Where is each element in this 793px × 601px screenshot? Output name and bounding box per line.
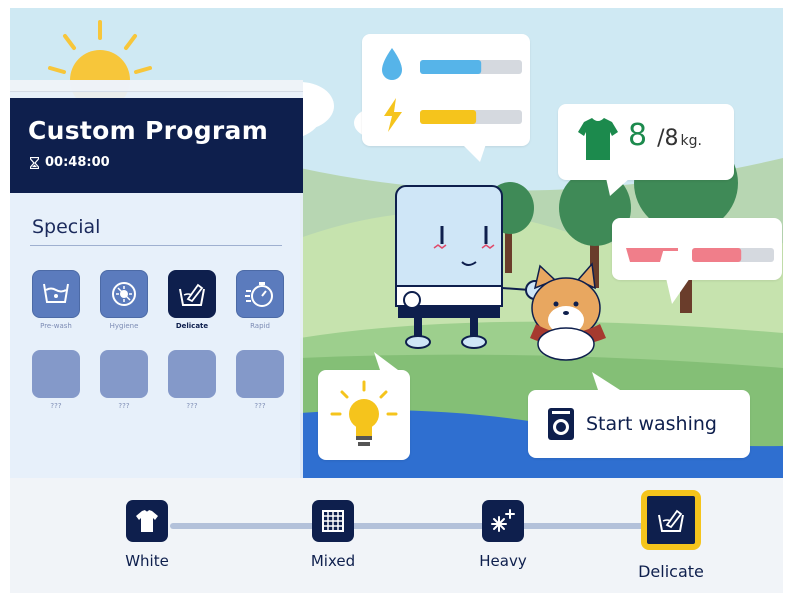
lightbulb-icon [330, 380, 398, 446]
mode-white[interactable]: White [102, 500, 192, 570]
weight-separator: / [657, 126, 665, 151]
detergent-graphic [626, 248, 774, 304]
resource-usage-bubble [362, 34, 530, 162]
weight-unit: kg. [680, 133, 702, 149]
section-title: Special [32, 216, 101, 238]
mode-label: Delicate [638, 562, 704, 581]
energy-level-bar [420, 110, 477, 124]
option-label: ??? [186, 402, 198, 410]
lightning-icon [384, 98, 402, 132]
program-title: Custom Program [28, 116, 269, 145]
option-hygiene[interactable]: Hygiene [100, 270, 148, 330]
mode-label: Heavy [479, 552, 527, 570]
option-rapid[interactable]: Rapid [236, 270, 284, 330]
option-label: Pre-wash [40, 322, 72, 330]
start-washing-label: Start washing [586, 413, 717, 435]
mode-selector: White Mixed Heavy Delicate [10, 478, 783, 593]
option-locked[interactable]: ??? [100, 350, 148, 410]
tip-bubble[interactable] [318, 352, 410, 460]
section-divider [30, 245, 282, 246]
option-prewash[interactable]: Pre-wash [32, 270, 80, 330]
detergent-level-bar [692, 248, 742, 262]
start-button-graphic [548, 372, 620, 440]
washing-machine-screen: Custom Program 00:48:00 Special Pre-wash [10, 8, 783, 593]
mode-mixed[interactable]: Mixed [288, 500, 378, 570]
option-label: ??? [50, 402, 62, 410]
mode-heavy[interactable]: Heavy [458, 500, 548, 570]
mode-label: Mixed [310, 552, 356, 570]
resource-usage-graphic [382, 48, 522, 162]
option-label: ??? [118, 402, 130, 410]
weight-max: 8 [664, 126, 679, 151]
mode-track [170, 523, 650, 529]
program-header: Custom Program 00:48:00 [10, 98, 303, 193]
option-locked[interactable]: ??? [168, 350, 216, 410]
load-weight-readout: 8 / 8 kg. [628, 118, 702, 153]
panel-tab [10, 80, 303, 92]
sparkle-icon [491, 509, 515, 532]
tshirt-icon [578, 118, 618, 160]
water-level-bar [420, 60, 482, 74]
option-label: Hygiene [109, 322, 139, 330]
detergent-cup-icon [626, 248, 678, 262]
start-washing-button[interactable]: Start washing [528, 372, 750, 458]
option-label: ??? [254, 402, 266, 410]
delicate-icon [658, 509, 684, 532]
washing-machine-icon [548, 408, 574, 440]
fabric-grid-icon [322, 510, 344, 532]
mode-delicate[interactable]: Delicate [626, 490, 716, 581]
tip-graphic [330, 352, 398, 446]
option-locked[interactable]: ??? [32, 350, 80, 410]
hourglass-icon [30, 156, 39, 169]
option-label: Delicate [175, 322, 209, 330]
option-label: Rapid [250, 322, 270, 330]
prewash-icon [43, 283, 69, 303]
mode-label: White [125, 552, 169, 570]
load-weight-bubble: 8 / 8 kg. [558, 104, 734, 196]
tshirt-icon [136, 510, 158, 532]
water-drop-icon [382, 48, 402, 80]
delicate-icon [179, 283, 205, 306]
hygiene-icon [112, 282, 136, 306]
weight-value: 8 [628, 118, 648, 153]
timer-value: 00:48:00 [45, 155, 110, 170]
program-timer: 00:48:00 [30, 155, 110, 170]
option-locked[interactable]: ??? [236, 350, 284, 410]
option-delicate[interactable]: Delicate [168, 270, 216, 330]
detergent-bubble [612, 218, 782, 304]
rapid-icon [245, 282, 273, 307]
